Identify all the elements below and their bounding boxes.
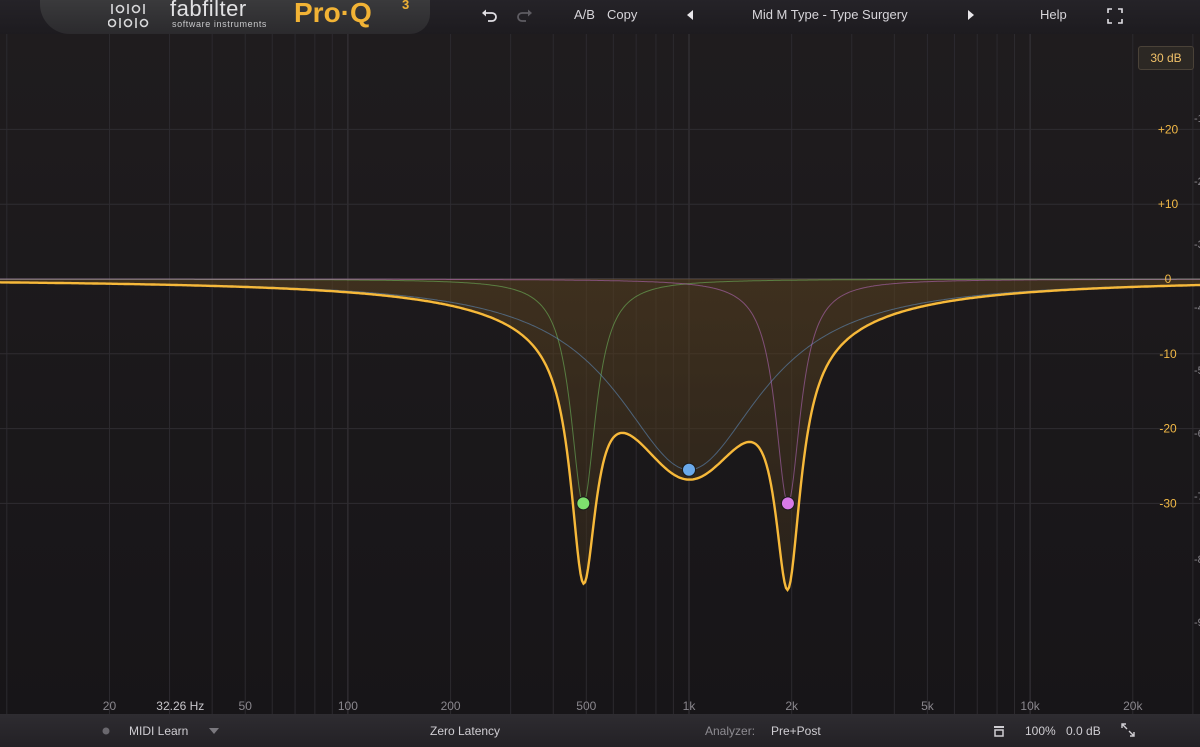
band-1-node[interactable] [576, 496, 591, 511]
band-2-node[interactable] [682, 462, 696, 477]
midi-indicator-icon [102, 727, 110, 735]
gain-scale-label: +10 [1158, 197, 1179, 211]
analyzer-scale-label: -1 [1194, 113, 1200, 125]
analyzer-scale-label: -7 [1194, 491, 1200, 503]
next-preset-icon[interactable] [966, 9, 976, 21]
latency-mode-button[interactable]: Zero Latency [430, 724, 500, 738]
display-range-button[interactable]: 30 dB [1138, 46, 1194, 70]
product-name: Pro·Q [294, 0, 372, 28]
frequency-label: 10k [1020, 699, 1040, 713]
undo-icon[interactable] [481, 8, 499, 24]
product-version: 3 [402, 0, 410, 12]
frequency-label: 1k [683, 699, 697, 713]
frequency-label: 20 [103, 699, 117, 713]
frequency-label: 2k [785, 699, 799, 713]
frequency-label: 200 [441, 699, 461, 713]
analyzer-mode-button[interactable]: Pre+Post [771, 724, 821, 738]
resize-icon[interactable] [1121, 723, 1135, 737]
analyzer-scale-label: -5 [1194, 365, 1200, 377]
midi-dropdown-icon[interactable] [209, 728, 219, 735]
output-level-icon[interactable] [993, 725, 1005, 737]
fullscreen-icon[interactable] [1107, 8, 1123, 24]
gain-scale-label: -20 [1159, 422, 1177, 436]
frequency-label: 50 [239, 699, 253, 713]
gain-scale-label: -30 [1159, 496, 1177, 510]
preset-name[interactable]: Mid M Type - Type Surgery [752, 7, 908, 22]
frequency-label: 5k [921, 699, 935, 713]
analyzer-label: Analyzer: [705, 724, 756, 738]
analyzer-scale-label: -3 [1194, 239, 1200, 251]
output-gain[interactable]: 0.0 dB [1066, 724, 1101, 738]
zoom-level[interactable]: 100% [1025, 724, 1056, 738]
redo-icon[interactable] [515, 8, 533, 24]
help-button[interactable]: Help [1040, 7, 1067, 22]
ab-compare-button[interactable]: A/B [574, 7, 595, 22]
gain-scale-label: +20 [1158, 122, 1179, 136]
eq-graph[interactable]: +20 +10 0 -10 -20 -30 -1 -2 -3 -4 -5 -6 -7 -8 -9 20 32… [0, 34, 1200, 714]
analyzer-scale-label: -8 [1194, 554, 1200, 566]
analyzer-scale-label: -4 [1194, 302, 1200, 314]
copy-button[interactable]: Copy [607, 7, 637, 22]
analyzer-scale-label: -6 [1194, 428, 1200, 440]
top-toolbar: fabfilter software instruments Pro·Q 3 A… [0, 0, 1200, 34]
bottom-bar: MIDI Learn Zero Latency Analyzer: Pre+Po… [0, 714, 1200, 747]
brand-subtitle: software instruments [172, 19, 268, 29]
frequency-label: 100 [338, 699, 358, 713]
analyzer-scale-label: -2 [1194, 176, 1200, 188]
previous-preset-icon[interactable] [685, 9, 695, 21]
frequency-label: 500 [576, 699, 596, 713]
gain-scale-label: 0 [1165, 272, 1172, 286]
gain-scale-label: -10 [1159, 347, 1177, 361]
midi-learn-button[interactable]: MIDI Learn [129, 724, 188, 738]
fabfilter-logo-icon [108, 4, 149, 28]
frequency-label: 20k [1123, 699, 1143, 713]
analyzer-scale-label: -9 [1194, 617, 1200, 629]
frequency-label: 32.26 Hz [156, 699, 204, 713]
band-3-node[interactable] [780, 496, 795, 511]
